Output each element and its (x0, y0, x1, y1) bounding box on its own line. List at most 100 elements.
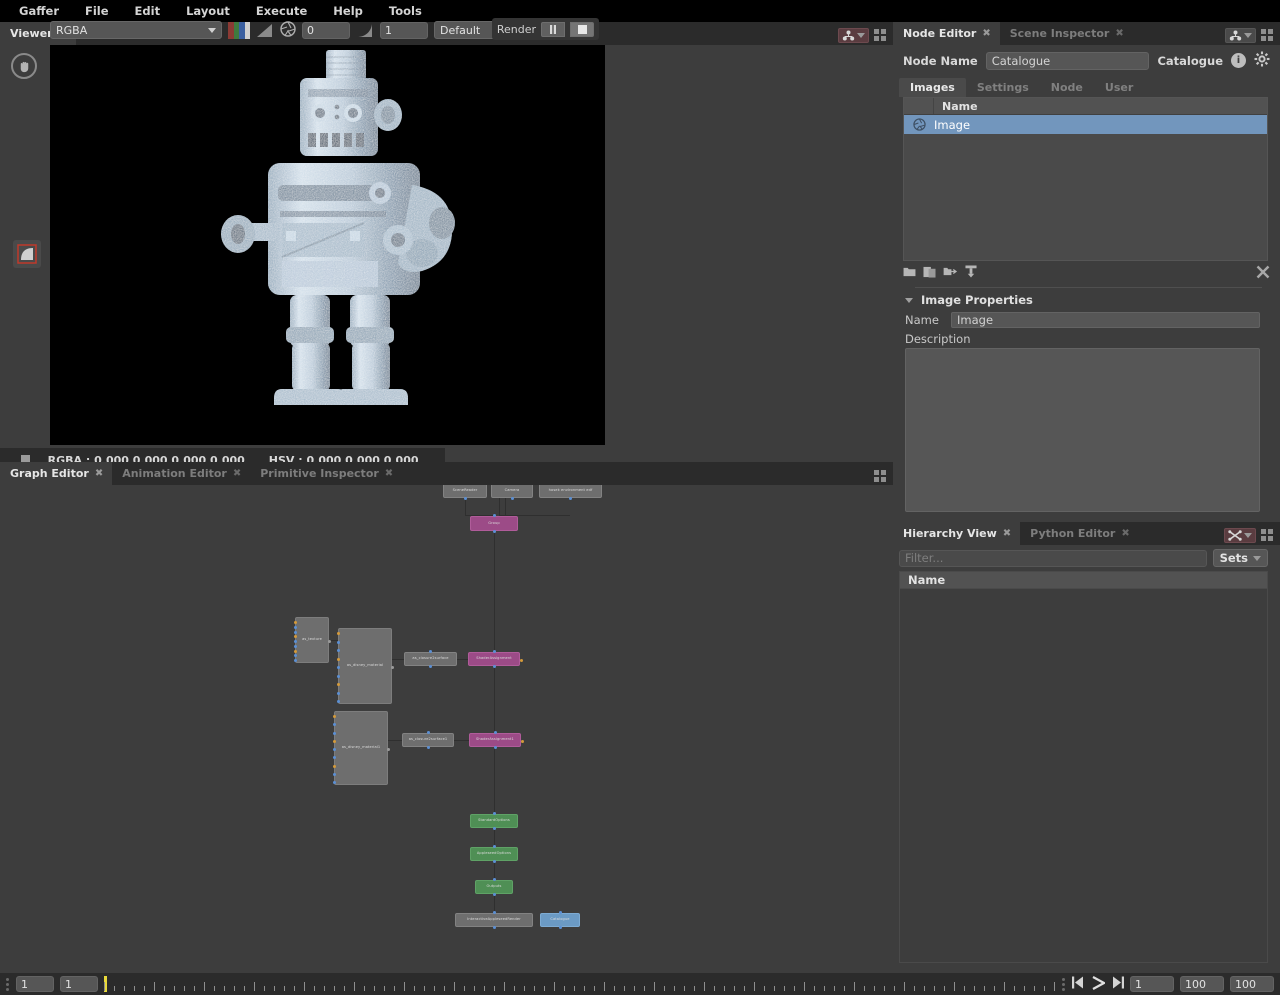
node-plug[interactable] (492, 650, 496, 653)
go-to-end-icon[interactable] (1112, 976, 1124, 992)
hierarchy-filter-input[interactable]: Filter... (899, 549, 1207, 567)
node-plug[interactable] (492, 860, 496, 863)
tab-graph-editor-close-icon[interactable]: ✖ (95, 468, 103, 479)
clipping-warning-toggle[interactable] (13, 240, 41, 268)
timeline-drag-handle-right[interactable] (1062, 977, 1066, 991)
tab-animation-editor-close-icon[interactable]: ✖ (233, 468, 241, 479)
image-name-input[interactable]: Image (951, 312, 1260, 328)
tab-hierarchy-view-close-icon[interactable]: ✖ (1003, 528, 1011, 539)
node-plug[interactable] (336, 674, 340, 678)
pan-tool-icon[interactable] (11, 53, 37, 79)
node-plug[interactable] (492, 514, 496, 517)
node-plug[interactable] (332, 764, 336, 768)
subtab-node[interactable]: Node (1040, 78, 1094, 97)
go-to-start-icon[interactable] (1072, 976, 1084, 992)
node-plug[interactable] (332, 731, 336, 735)
tab-python-editor[interactable]: Python Editor ✖ (1020, 522, 1139, 545)
node-name-input[interactable]: Catalogue (985, 51, 1150, 70)
node-plug[interactable] (492, 878, 496, 881)
tab-node-editor[interactable]: Node Editor ✖ (893, 22, 1000, 45)
exposure-input[interactable]: 0 (302, 21, 350, 39)
node-plug[interactable] (492, 812, 496, 815)
images-list-row[interactable]: Image (904, 115, 1267, 134)
node-plug[interactable] (492, 665, 496, 668)
timeline-range-end-input[interactable]: 100 (1230, 976, 1274, 992)
viewer-pin-caret-icon[interactable] (857, 33, 865, 38)
node-plug[interactable] (492, 530, 496, 533)
node-plug[interactable] (336, 691, 340, 695)
graph-node[interactable]: Group (470, 516, 518, 531)
node-plug-out[interactable] (386, 748, 390, 751)
node-plug[interactable] (569, 497, 572, 500)
graph-node[interactable]: Catalogue (540, 913, 580, 927)
sets-dropdown-button[interactable]: Sets (1212, 549, 1268, 567)
graph-node[interactable]: AppleseedOptions (470, 847, 518, 861)
timeline-start-frame-input[interactable]: 1 (16, 976, 54, 992)
graph-node[interactable]: as_disney_material (338, 628, 392, 704)
graph-layout-menu-icon[interactable] (874, 470, 887, 483)
tab-node-editor-close-icon[interactable]: ✖ (982, 28, 990, 39)
node-plug[interactable] (463, 497, 467, 500)
graph-node[interactable]: as_closure2surface (404, 652, 457, 666)
exposure-ramp-icon[interactable] (256, 23, 274, 38)
hierarchy-layout-menu-icon[interactable] (1261, 529, 1274, 542)
duplicate-image-icon[interactable] (923, 266, 936, 281)
node-plug[interactable] (336, 666, 340, 669)
remove-image-icon[interactable] (1256, 265, 1270, 282)
subtab-images[interactable]: Images (899, 78, 966, 97)
node-plug[interactable] (492, 926, 496, 929)
node-plug-out[interactable] (390, 666, 394, 669)
info-icon[interactable]: i (1231, 53, 1246, 68)
timeline-ruler[interactable] (104, 974, 1056, 994)
image-description-textarea[interactable] (905, 348, 1260, 512)
graph-node[interactable]: StandardOptions (470, 814, 518, 828)
extract-image-icon[interactable] (965, 265, 977, 281)
graph-node[interactable]: as_disney_material1 (334, 711, 388, 785)
node-plug[interactable] (336, 632, 340, 635)
node-plug[interactable] (332, 772, 336, 776)
node-plug[interactable] (558, 926, 562, 929)
hierarchy-pin-button[interactable] (1224, 528, 1256, 543)
graph-node[interactable]: as_closure2surface1 (402, 733, 454, 747)
add-image-icon[interactable] (903, 266, 916, 280)
render-stop-button[interactable] (570, 21, 594, 37)
gamma-input[interactable]: 1 (380, 21, 428, 39)
node-plug[interactable] (493, 731, 497, 734)
image-properties-header[interactable]: Image Properties (893, 291, 1280, 311)
node-plug[interactable] (332, 739, 336, 743)
node-plug[interactable] (293, 625, 297, 629)
node-plug[interactable] (429, 665, 432, 668)
node-plug[interactable] (336, 649, 340, 652)
graph-node[interactable]: ShaderAssignment (468, 652, 520, 666)
render-pause-button[interactable] (541, 21, 565, 37)
node-plug[interactable] (492, 893, 496, 896)
node-plug[interactable] (332, 756, 336, 760)
subtab-user[interactable]: User (1094, 78, 1144, 97)
timeline-current-frame-input[interactable]: 1 (60, 976, 98, 992)
aperture-icon[interactable] (280, 20, 296, 40)
tab-python-editor-close-icon[interactable]: ✖ (1121, 528, 1129, 539)
play-icon[interactable] (1091, 975, 1107, 993)
node-graph-canvas[interactable]: SceneReader Camera hosek environment edf Gr… (0, 485, 893, 973)
node-plug[interactable] (492, 911, 496, 914)
channel-select[interactable]: RGBA (50, 21, 222, 39)
node-editor-pin-caret-icon[interactable] (1244, 33, 1252, 38)
node-plug[interactable] (293, 630, 297, 634)
node-plug[interactable] (336, 683, 340, 686)
node-plug[interactable] (293, 621, 297, 624)
timeline-play-frame-input[interactable]: 1 (1130, 976, 1174, 992)
node-plug[interactable] (293, 635, 297, 639)
node-editor-pin-button[interactable] (1225, 28, 1256, 43)
subtab-settings[interactable]: Settings (966, 78, 1040, 97)
node-plug[interactable] (336, 657, 340, 661)
image-viewport[interactable]: RGBA 0 1 Default Render RGBA: 0.000 0.0… (0, 18, 605, 472)
gamma-curve-icon[interactable] (356, 23, 374, 38)
node-plug[interactable] (293, 654, 297, 658)
node-plug-out[interactable] (327, 640, 331, 643)
graph-node[interactable]: InteractiveAppleseedRender (455, 913, 533, 927)
node-plug[interactable] (493, 746, 497, 749)
timeline-drag-handle[interactable] (6, 977, 10, 991)
export-image-icon[interactable] (943, 266, 958, 280)
graph-node[interactable]: Outputs (475, 880, 513, 894)
node-plug[interactable] (510, 497, 514, 500)
